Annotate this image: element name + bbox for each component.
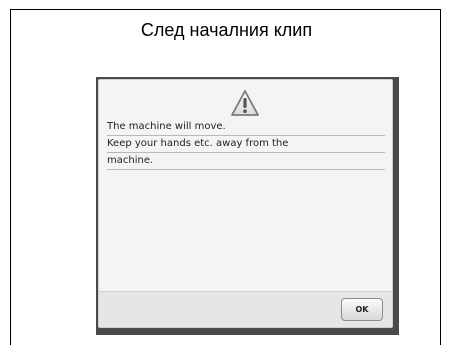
message-line: The machine will move. bbox=[107, 119, 385, 136]
figure-caption: След началния клип bbox=[140, 20, 313, 40]
warning-icon bbox=[231, 90, 259, 116]
ok-button[interactable]: OK bbox=[341, 298, 383, 321]
message-line: machine. bbox=[107, 153, 385, 170]
figure-frame: След началния клип The machine will move… bbox=[10, 9, 441, 345]
machine-screen: The machine will move. Keep your hands e… bbox=[96, 77, 399, 335]
dialog-footer: OK bbox=[99, 291, 392, 327]
warning-dialog: The machine will move. Keep your hands e… bbox=[98, 79, 393, 328]
message-line: Keep your hands etc. away from the bbox=[107, 136, 385, 153]
message-text: The machine will move. Keep your hands e… bbox=[107, 119, 385, 170]
